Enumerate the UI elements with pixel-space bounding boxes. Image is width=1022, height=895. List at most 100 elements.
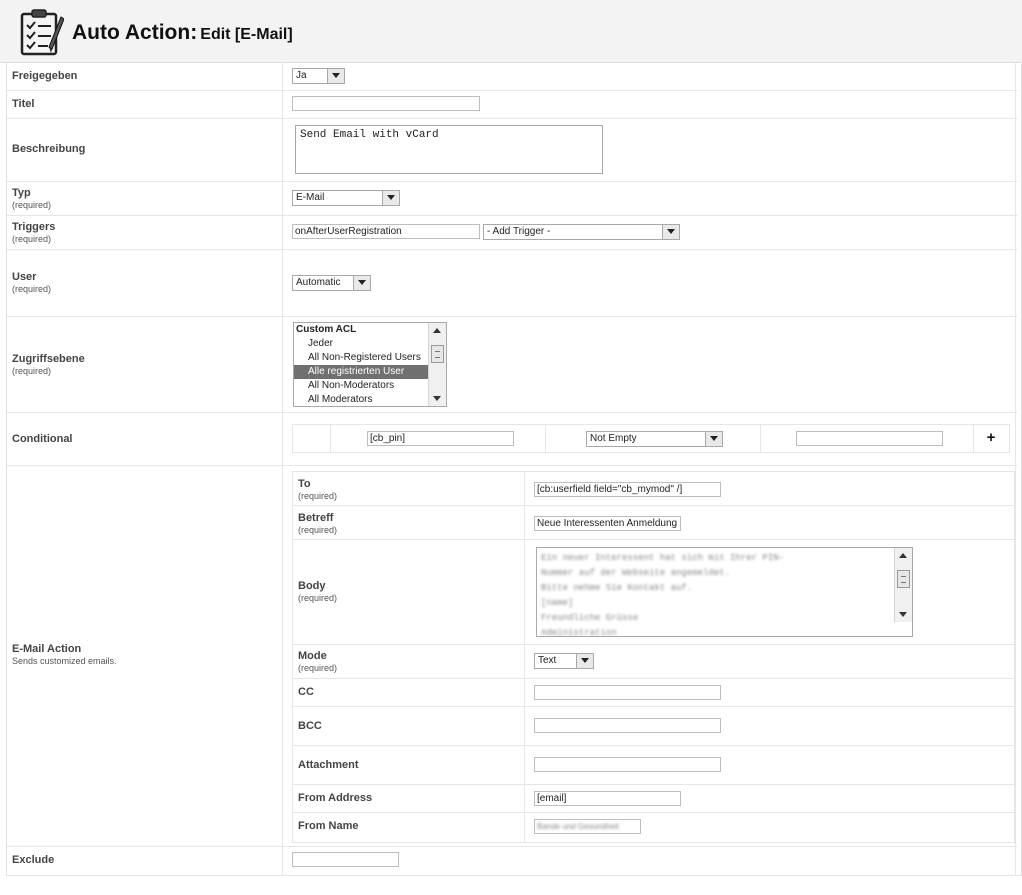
email-cc-label: CC	[298, 686, 314, 698]
acl-option[interactable]: Jeder	[294, 337, 446, 351]
chevron-down-icon	[662, 225, 679, 239]
triggers-required: (required)	[12, 234, 52, 244]
user-required: (required)	[12, 284, 52, 294]
body-line: Ein neuer Interessent hat sich mit Ihrer…	[541, 553, 785, 563]
email-to-required: (required)	[298, 491, 338, 501]
email-bcc-label: BCC	[298, 720, 322, 732]
freigegeben-label: Freigegeben	[12, 70, 78, 82]
email-betreff-row: Betreff (required) Neue Interessenten An…	[293, 506, 1014, 540]
email-to-label-text: To	[298, 478, 311, 490]
scroll-down-icon[interactable]	[899, 612, 907, 617]
row-email-action: E-Mail Action Sends customized emails. T…	[7, 466, 1017, 847]
page-header: Auto Action: Edit [E-Mail]	[0, 0, 1022, 63]
chevron-down-icon	[327, 69, 344, 83]
typ-value: E-Mail	[296, 192, 325, 203]
email-mode-required: (required)	[298, 663, 338, 673]
freigegeben-select[interactable]: Ja	[292, 68, 345, 84]
conditional-field-input[interactable]: [cb_pin]	[367, 431, 514, 446]
body-line: Nummer auf der Webseite angemeldet.	[541, 568, 731, 578]
email-from-name-row: From Name Bande und Gesundheit	[293, 813, 1014, 844]
chevron-down-icon	[705, 432, 722, 446]
titel-input[interactable]	[292, 96, 480, 111]
conditional-label: Conditional	[12, 433, 73, 445]
add-trigger-select[interactable]: - Add Trigger -	[483, 224, 680, 240]
email-attachment-label: Attachment	[298, 759, 359, 771]
acl-scrollbar[interactable]	[428, 323, 446, 406]
email-body-required: (required)	[298, 593, 338, 603]
freigegeben-value: Ja	[296, 70, 307, 81]
titel-label: Titel	[12, 98, 35, 110]
email-action-label: E-Mail Action Sends customized emails.	[12, 643, 117, 666]
scroll-thumb[interactable]	[897, 570, 910, 588]
acl-group-custom: Custom ACL	[296, 324, 357, 335]
user-value: Automatic	[296, 277, 341, 288]
body-line: Bitte nehme Sie Kontakt auf.	[541, 583, 693, 593]
edit-form: Freigegeben Ja Titel Beschreibung Send E…	[6, 62, 1022, 876]
exclude-input[interactable]	[292, 852, 399, 867]
triggers-label-text: Triggers	[12, 221, 56, 233]
row-exclude: Exclude	[7, 847, 1017, 875]
scroll-thumb[interactable]	[431, 345, 444, 363]
triggers-input[interactable]: onAfterUserRegistration	[292, 224, 480, 239]
zugriffsebene-listbox[interactable]: Custom ACL Jeder All Non-Registered User…	[293, 322, 447, 407]
conditional-operator-select[interactable]: Not Empty	[586, 431, 723, 447]
email-betreff-input[interactable]: Neue Interessenten Anmeldung	[534, 516, 681, 531]
body-line: Freundliche Grüsse	[541, 613, 639, 623]
email-cc-input[interactable]	[534, 685, 721, 700]
conditional-operator-value: Not Empty	[590, 433, 637, 444]
zugriffsebene-required: (required)	[12, 366, 52, 376]
email-to-row: To (required) [cb:userfield field="cb_my…	[293, 472, 1014, 506]
chevron-down-icon	[576, 654, 593, 668]
add-condition-button[interactable]: +	[983, 429, 999, 447]
acl-option[interactable]: All Non-Moderators	[294, 379, 446, 393]
body-line: [name]	[541, 598, 574, 608]
email-attachment-row: Attachment	[293, 746, 1014, 785]
email-from-address-input[interactable]: [email]	[534, 791, 681, 806]
scroll-up-icon[interactable]	[899, 553, 907, 558]
email-attachment-input[interactable]	[534, 757, 721, 772]
email-action-label-text: E-Mail Action	[12, 643, 82, 655]
email-body-textarea[interactable]: Ein neuer Interessent hat sich mit Ihrer…	[536, 547, 913, 637]
email-to-input[interactable]: [cb:userfield field="cb_mymod" /]	[534, 482, 721, 497]
acl-option-selected[interactable]: Alle registrierten User	[294, 365, 446, 379]
email-mode-select[interactable]: Text	[534, 653, 594, 669]
conditional-table: [cb_pin] Not Empty +	[292, 424, 1010, 453]
page-title: Auto Action: Edit [E-Mail]	[72, 21, 293, 45]
row-user: User (required) Automatic	[7, 250, 1017, 317]
email-bcc-row: BCC	[293, 707, 1014, 746]
conditional-value-input[interactable]	[796, 431, 943, 446]
user-select[interactable]: Automatic	[292, 275, 371, 291]
row-conditional: Conditional [cb_pin] Not Empty +	[7, 413, 1017, 466]
email-action-table: To (required) [cb:userfield field="cb_my…	[292, 471, 1015, 843]
email-from-address-label: From Address	[298, 792, 373, 804]
beschreibung-textarea[interactable]: Send Email with vCard	[295, 125, 603, 174]
user-label: User (required)	[12, 271, 51, 294]
chevron-down-icon	[382, 191, 399, 205]
acl-option[interactable]: All Non-Registered Users	[294, 351, 446, 365]
scroll-up-icon[interactable]	[433, 328, 441, 333]
row-freigegeben: Freigegeben Ja	[7, 62, 1017, 91]
typ-label-text: Typ	[12, 187, 31, 199]
zugriffsebene-label-text: Zugriffsebene	[12, 353, 85, 365]
email-betreff-label: Betreff (required)	[298, 512, 337, 535]
email-from-name-label: From Name	[298, 820, 359, 832]
typ-required: (required)	[12, 200, 52, 210]
row-triggers: Triggers (required) onAfterUserRegistrat…	[7, 216, 1017, 250]
page-title-main: Auto Action:	[72, 21, 198, 44]
body-line: Administration	[541, 628, 617, 637]
chevron-down-icon	[353, 276, 370, 290]
acl-option[interactable]: All Moderators	[294, 393, 446, 406]
from-name-value: Bande und Gesundheit	[537, 822, 619, 831]
email-from-address-row: From Address [email]	[293, 785, 1014, 813]
email-cc-row: CC	[293, 679, 1014, 707]
email-body-label-text: Body	[298, 580, 326, 592]
exclude-label: Exclude	[12, 854, 55, 866]
email-mode-label: Mode (required)	[298, 650, 337, 673]
email-bcc-input[interactable]	[534, 718, 721, 733]
scroll-down-icon[interactable]	[433, 396, 441, 401]
body-scrollbar[interactable]	[894, 548, 912, 622]
row-typ: Typ (required) E-Mail	[7, 182, 1017, 216]
typ-select[interactable]: E-Mail	[292, 190, 400, 206]
email-from-name-input[interactable]: Bande und Gesundheit	[534, 819, 641, 834]
page-title-sub: Edit [E-Mail]	[200, 26, 293, 43]
